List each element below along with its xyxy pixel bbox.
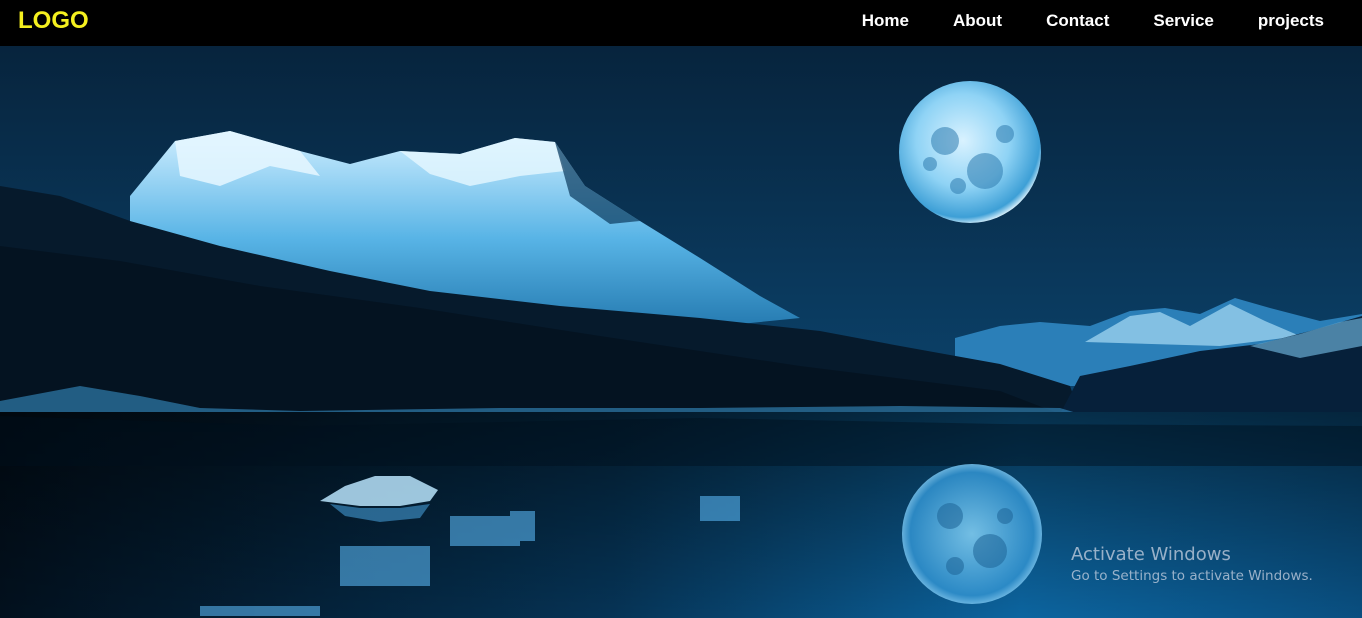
watermark-title: Activate Windows	[1071, 544, 1231, 565]
watermark-subtitle: Go to Settings to activate Windows.	[1071, 568, 1313, 584]
nav-menu: Home About Contact Service projects	[862, 0, 1324, 42]
windows-activation-watermark: Activate Windows Go to Settings to activ…	[1071, 544, 1313, 586]
navbar: LOGO Home About Contact Service projects	[0, 0, 1362, 46]
moon-reflection	[902, 464, 1042, 604]
moon	[899, 81, 1041, 223]
nav-home-link[interactable]: Home	[862, 11, 909, 31]
night-lake-scene	[0, 46, 1362, 618]
nav-contact-link[interactable]: Contact	[1046, 11, 1109, 31]
nav-about-link[interactable]: About	[953, 11, 1002, 31]
nav-projects-link[interactable]: projects	[1258, 11, 1324, 31]
nav-service-link[interactable]: Service	[1153, 11, 1214, 31]
logo[interactable]: LOGO	[18, 7, 89, 35]
hero-background-image	[0, 46, 1362, 618]
